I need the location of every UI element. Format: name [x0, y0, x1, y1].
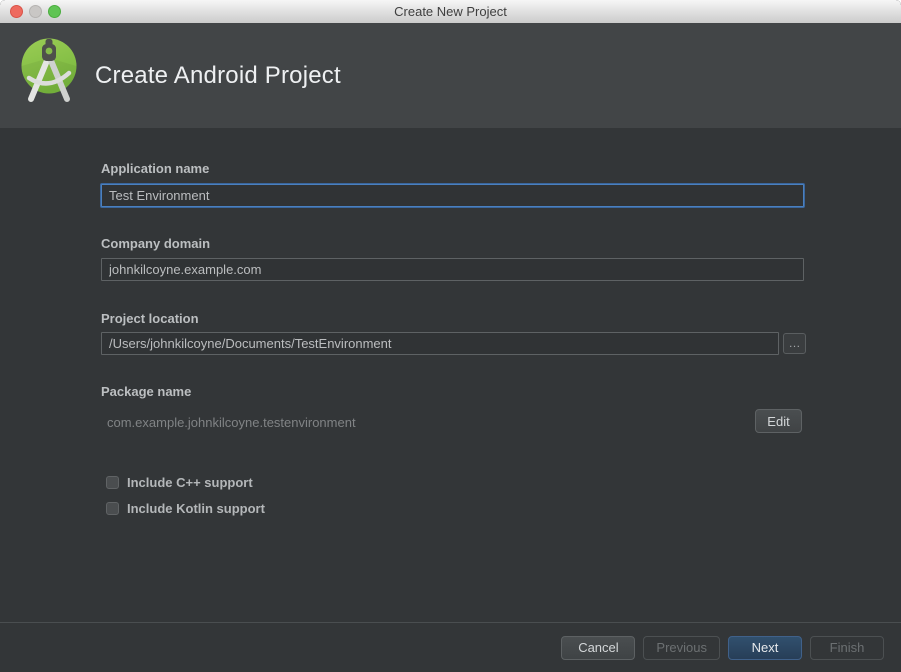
wizard-footer: Cancel Previous Next Finish [0, 622, 901, 672]
titlebar: Create New Project [0, 0, 901, 23]
package-name-label: Package name [101, 384, 191, 399]
page-title: Create Android Project [95, 23, 341, 128]
next-button[interactable]: Next [728, 636, 802, 660]
kotlin-support-label: Include Kotlin support [127, 501, 265, 516]
cpp-support-checkbox[interactable] [106, 476, 119, 489]
edit-package-button[interactable]: Edit [755, 409, 802, 433]
package-name-value: com.example.johnkilcoyne.testenvironment [107, 415, 356, 430]
kotlin-support-option[interactable]: Include Kotlin support [106, 500, 265, 516]
kotlin-support-checkbox[interactable] [106, 502, 119, 515]
create-new-project-dialog: Create New Project Create Android Projec… [0, 0, 901, 672]
project-location-label: Project location [101, 311, 199, 326]
cancel-button[interactable]: Cancel [561, 636, 635, 660]
application-name-input[interactable] [101, 184, 804, 207]
application-name-label: Application name [101, 161, 209, 176]
project-location-input[interactable] [101, 332, 779, 355]
previous-button[interactable]: Previous [643, 636, 720, 660]
android-studio-logo-icon [20, 37, 78, 103]
finish-button[interactable]: Finish [810, 636, 884, 660]
browse-button[interactable]: … [783, 333, 806, 354]
company-domain-label: Company domain [101, 236, 210, 251]
wizard-header: Create Android Project [0, 23, 901, 128]
cpp-support-option[interactable]: Include C++ support [106, 474, 253, 490]
company-domain-input[interactable] [101, 258, 804, 281]
window-title: Create New Project [0, 0, 901, 23]
form-area: Application name Company domain Project … [0, 128, 901, 622]
cpp-support-label: Include C++ support [127, 475, 253, 490]
